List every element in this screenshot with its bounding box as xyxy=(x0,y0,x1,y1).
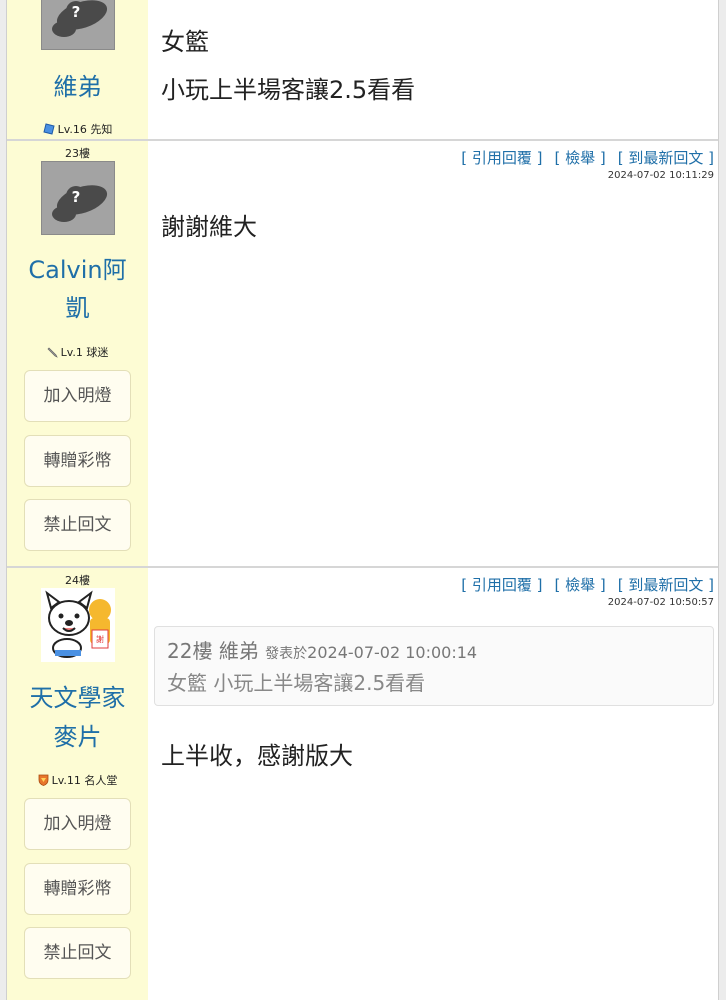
add-lamp-button[interactable]: 加入明燈 xyxy=(24,798,131,850)
post-timestamp: 2024-07-02 10:11:29 xyxy=(607,170,714,181)
post-sidebar: ? 維弟 Lv.16 先知 xyxy=(7,0,148,139)
post-sidebar: 24樓 謝 天文學家 麥片 Lv.11 名人堂 加入明燈 轉贈彩幣 禁止回文 xyxy=(7,568,148,1000)
forum-thread: ? 維弟 Lv.16 先知 女籃 小玩上半場客讓2.5看看 23樓 ? Calv… xyxy=(0,0,726,1000)
username-line2[interactable]: 麥片 xyxy=(7,718,148,756)
user-level-text: Lv.1 球迷 xyxy=(60,346,109,359)
user-level-text: Lv.11 名人堂 xyxy=(51,774,118,787)
post-timestamp: 2024-07-02 10:50:57 xyxy=(607,597,714,608)
shield-icon xyxy=(38,774,49,786)
quote-floor: 22樓 xyxy=(167,639,213,663)
avatar[interactable]: 謝 xyxy=(41,588,115,662)
default-avatar-icon: ? xyxy=(42,162,114,234)
svg-text:?: ? xyxy=(72,188,81,206)
post-content-line: 小玩上半場客讓2.5看看 xyxy=(161,76,416,104)
quote-reply-link[interactable]: [ 引用回覆 ] xyxy=(461,576,542,594)
post-actions: [ 引用回覆 ] [ 檢舉 ] [ 到最新回文 ] xyxy=(449,574,714,595)
username[interactable]: Calvin阿 xyxy=(7,251,148,289)
forum-post: 24樓 謝 天文學家 麥片 Lv.11 名人堂 加入明燈 轉贈彩幣 禁止回文 [… xyxy=(7,568,718,1000)
cartoon-dog-avatar-icon: 謝 xyxy=(41,588,115,662)
floor-number: 23樓 xyxy=(65,147,90,160)
quote-text: 女籃 小玩上半場客讓2.5看看 xyxy=(167,671,426,695)
add-lamp-button[interactable]: 加入明燈 xyxy=(24,370,131,422)
report-link[interactable]: [ 檢舉 ] xyxy=(555,576,606,594)
svg-text:?: ? xyxy=(72,3,81,21)
latest-reply-link[interactable]: [ 到最新回文 ] xyxy=(618,576,714,594)
gift-coins-button[interactable]: 轉贈彩幣 xyxy=(24,863,131,915)
user-level: Lv.1 球迷 xyxy=(7,344,148,360)
user-level-text: Lv.16 先知 xyxy=(57,123,113,136)
latest-reply-link[interactable]: [ 到最新回文 ] xyxy=(618,149,714,167)
floor-number: 24樓 xyxy=(65,574,90,587)
post-main: [ 引用回覆 ] [ 檢舉 ] [ 到最新回文 ] 2024-07-02 10:11… xyxy=(148,141,718,566)
quote-header: 22樓 維弟 發表於2024-07-02 10:00:14 xyxy=(167,635,477,664)
avatar[interactable]: ? xyxy=(41,161,115,235)
forum-post: 23樓 ? Calvin阿 凱 Lv.1 球迷 加入明燈 轉贈彩幣 禁止回文 [… xyxy=(7,141,718,568)
report-link[interactable]: [ 檢舉 ] xyxy=(555,149,606,167)
quote-reply-link[interactable]: [ 引用回覆 ] xyxy=(461,149,542,167)
post-content-line: 女籃 xyxy=(161,28,209,56)
default-avatar-icon: ? xyxy=(42,0,114,49)
user-level: Lv.11 名人堂 xyxy=(7,772,148,788)
quoted-post: 22樓 維弟 發表於2024-07-02 10:00:14 女籃 小玩上半場客讓… xyxy=(154,626,714,706)
user-level: Lv.16 先知 xyxy=(7,121,148,137)
right-border xyxy=(718,0,719,1000)
quote-posted-label: 發表於 xyxy=(265,646,308,662)
ban-reply-button[interactable]: 禁止回文 xyxy=(24,499,131,551)
username-line2[interactable]: 凱 xyxy=(7,289,148,327)
ban-reply-button[interactable]: 禁止回文 xyxy=(24,927,131,979)
post-main: [ 引用回覆 ] [ 檢舉 ] [ 到最新回文 ] 2024-07-02 10:50… xyxy=(148,568,718,1000)
post-content: 謝謝維大 xyxy=(161,213,257,241)
gift-coins-button[interactable]: 轉贈彩幣 xyxy=(24,435,131,487)
username[interactable]: 天文學家 xyxy=(7,679,148,717)
post-actions: [ 引用回覆 ] [ 檢舉 ] [ 到最新回文 ] xyxy=(449,147,714,168)
quote-posted-time: 2024-07-02 10:00:14 xyxy=(307,643,478,662)
blue-gem-icon xyxy=(43,123,55,135)
forum-post: ? 維弟 Lv.16 先知 女籃 小玩上半場客讓2.5看看 xyxy=(7,0,718,141)
post-main: 女籃 小玩上半場客讓2.5看看 xyxy=(148,0,718,139)
pencil-icon xyxy=(47,347,58,358)
quote-user: 維弟 xyxy=(218,639,259,663)
avatar[interactable]: ? xyxy=(41,0,115,50)
username[interactable]: 維弟 xyxy=(7,68,148,106)
svg-text:謝: 謝 xyxy=(96,634,104,644)
post-sidebar: 23樓 ? Calvin阿 凱 Lv.1 球迷 加入明燈 轉贈彩幣 禁止回文 xyxy=(7,141,148,566)
post-content: 上半收，感謝版大 xyxy=(161,742,353,770)
